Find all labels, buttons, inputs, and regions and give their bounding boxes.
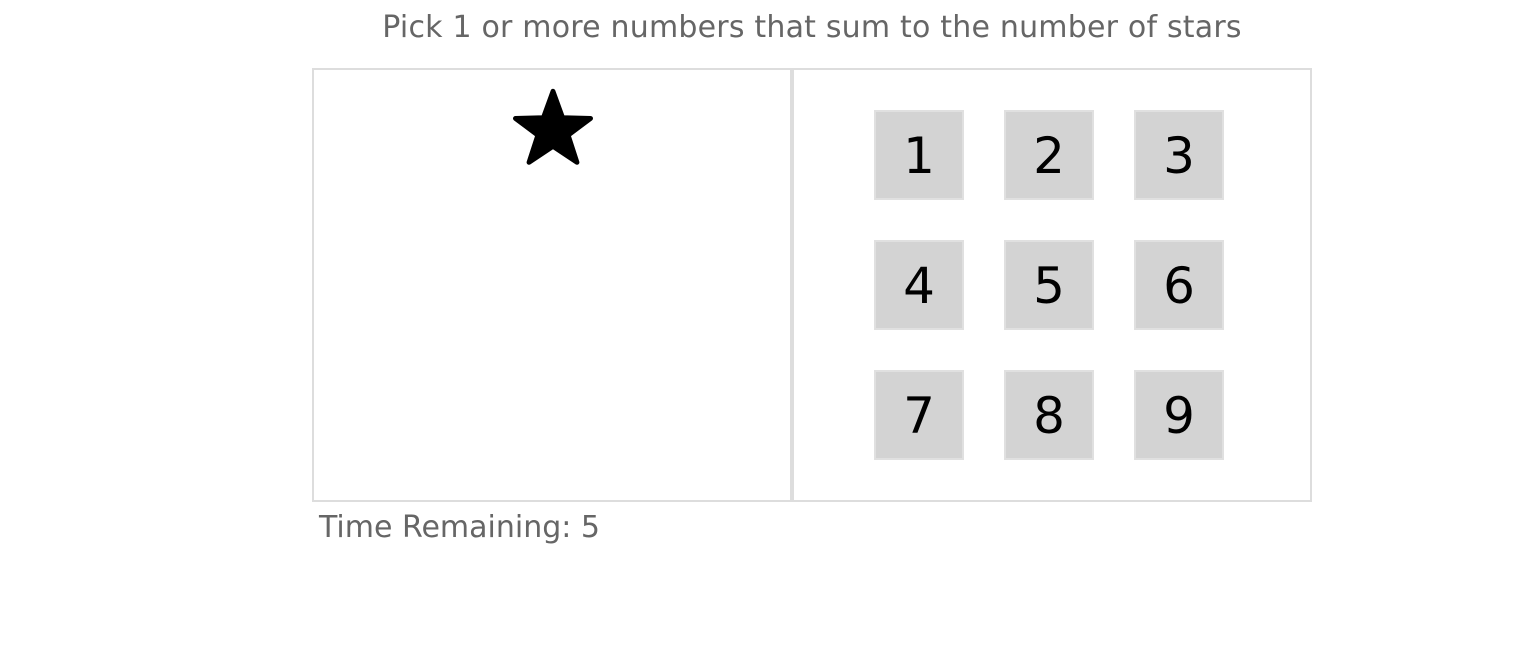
number-button-3[interactable]: 3: [1134, 110, 1224, 200]
help-text: Pick 1 or more numbers that sum to the n…: [382, 10, 1242, 45]
timer-value: 5: [580, 510, 600, 545]
number-button-8[interactable]: 8: [1004, 370, 1094, 460]
numbers-panel: 123 456 789: [792, 68, 1312, 502]
number-button-7[interactable]: 7: [874, 370, 964, 460]
number-grid: 123 456 789: [874, 110, 1224, 460]
number-button-1[interactable]: 1: [874, 110, 964, 200]
timer-label: Time Remaining:: [319, 510, 581, 545]
game-board: 123 456 789: [312, 68, 1312, 502]
number-button-9[interactable]: 9: [1134, 370, 1224, 460]
number-button-6[interactable]: 6: [1134, 240, 1224, 330]
number-button-4[interactable]: 4: [874, 240, 964, 330]
timer: Time Remaining: 5: [319, 510, 600, 545]
stars-panel: [312, 68, 792, 502]
number-button-5[interactable]: 5: [1004, 240, 1094, 330]
star-icon: [513, 88, 593, 165]
stars-area: [314, 88, 790, 168]
number-button-2[interactable]: 2: [1004, 110, 1094, 200]
